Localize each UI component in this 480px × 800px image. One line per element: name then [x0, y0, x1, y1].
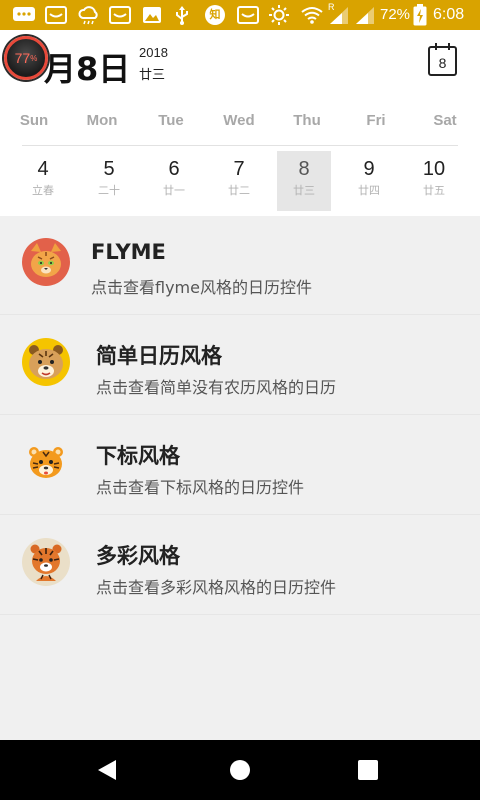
- weekday-label: Sun: [19, 112, 49, 129]
- cloud-icon: [77, 5, 101, 25]
- mail-icon: [237, 5, 259, 25]
- day-lunar: 二十: [98, 184, 120, 197]
- day-lunar: 廿二: [228, 184, 250, 197]
- tiger-portrait-icon: [22, 538, 70, 586]
- day-number: 4: [37, 158, 49, 180]
- roaming-label: R: [328, 2, 335, 12]
- image-icon: [142, 5, 162, 25]
- item-title: 多彩风格: [96, 544, 180, 568]
- weekday-label: Fri: [366, 112, 386, 129]
- day-cell[interactable]: 9 廿四: [342, 151, 396, 211]
- weekday-label: Wed: [223, 112, 255, 129]
- day-cell[interactable]: 10 廿五: [407, 151, 461, 211]
- calendar-icon: [435, 43, 450, 50]
- mail-icon: [109, 5, 131, 25]
- messaging-icon: [12, 5, 36, 25]
- item-subtitle: 点击查看下标风格的日历控件: [96, 478, 305, 497]
- day-cell[interactable]: 6 廿一: [147, 151, 201, 211]
- day-number: 8: [298, 158, 310, 180]
- today-button-day: 8: [438, 55, 447, 71]
- list-item-subscript[interactable]: 下标风格 点击查看下标风格的日历控件: [0, 416, 480, 515]
- list-item-flyme[interactable]: FLYME 点击查看flyme风格的日历控件: [0, 216, 480, 315]
- item-subtitle: 点击查看多彩风格风格的日历控件: [96, 578, 337, 597]
- home-icon[interactable]: [229, 759, 251, 781]
- wifi-icon: [300, 5, 324, 25]
- day-cell[interactable]: 4 立春: [16, 151, 70, 211]
- memory-usage-unit: %: [30, 53, 38, 63]
- weekday-row: Sun Mon Tue Wed Thu Fri Sat: [0, 112, 480, 134]
- brightness-icon: [268, 5, 290, 25]
- calendar-header: 月8日 2018 廿三 77% 8 Sun Mon Tue Wed Thu Fr…: [0, 30, 480, 216]
- day-number: 9: [363, 158, 375, 180]
- week-row: 4 立春 5 二十 6 廿一 7 廿二 8 廿三 9 廿四 10 廿五: [0, 151, 480, 211]
- tiger-cat-icon: [22, 238, 70, 286]
- mail-icon: [45, 5, 67, 25]
- list-item-colorful[interactable]: 多彩风格 点击查看多彩风格风格的日历控件: [0, 516, 480, 615]
- day-cell[interactable]: 7 廿二: [212, 151, 266, 211]
- style-list: FLYME 点击查看flyme风格的日历控件 简单日历风格 点击查看简单没有农历…: [0, 216, 480, 740]
- day-lunar: 廿五: [423, 184, 445, 197]
- memory-usage-value: 77: [14, 50, 31, 66]
- navigation-bar: [0, 740, 480, 800]
- divider: [22, 145, 458, 146]
- recents-icon[interactable]: [357, 759, 379, 781]
- day-cell-selected[interactable]: 8 廿三: [277, 151, 331, 211]
- weekday-label: Sat: [433, 112, 457, 129]
- back-icon[interactable]: [96, 759, 118, 781]
- lunar-date-label: 廿三: [139, 68, 166, 83]
- signal-icon: [354, 5, 376, 25]
- memory-usage-badge[interactable]: 77%: [4, 36, 48, 80]
- day-lunar: 廿一: [163, 184, 185, 197]
- tiger-face-icon: [22, 338, 70, 386]
- day-cell[interactable]: 5 二十: [82, 151, 136, 211]
- item-title: 简单日历风格: [96, 344, 222, 368]
- battery-percent: 72%: [380, 6, 411, 23]
- zhihu-icon: 知: [205, 5, 225, 25]
- day-number: 6: [168, 158, 180, 180]
- weekday-label: Thu: [293, 112, 321, 129]
- item-title: FLYME: [91, 240, 166, 264]
- year-label: 2018: [139, 45, 168, 60]
- day-lunar: 廿四: [358, 184, 380, 197]
- weekday-label: Mon: [86, 112, 118, 129]
- page-title: 月8日: [44, 50, 131, 88]
- usb-icon: [174, 5, 190, 25]
- clock: 6:08: [433, 6, 465, 23]
- battery-charging-icon: [413, 4, 427, 26]
- tiger-cub-icon: [22, 438, 70, 486]
- status-bar: 知 R 72% 6:08: [0, 0, 480, 30]
- day-number: 5: [103, 158, 115, 180]
- today-button[interactable]: 8: [428, 43, 457, 76]
- item-subtitle: 点击查看简单没有农历风格的日历: [96, 378, 337, 397]
- day-lunar: 立春: [32, 184, 54, 197]
- day-number: 7: [233, 158, 245, 180]
- item-title: 下标风格: [96, 444, 180, 468]
- item-subtitle: 点击查看flyme风格的日历控件: [91, 278, 312, 297]
- list-item-simple[interactable]: 简单日历风格 点击查看简单没有农历风格的日历: [0, 316, 480, 415]
- day-number: 10: [422, 158, 446, 180]
- weekday-label: Tue: [158, 112, 184, 129]
- day-lunar: 廿三: [293, 184, 315, 197]
